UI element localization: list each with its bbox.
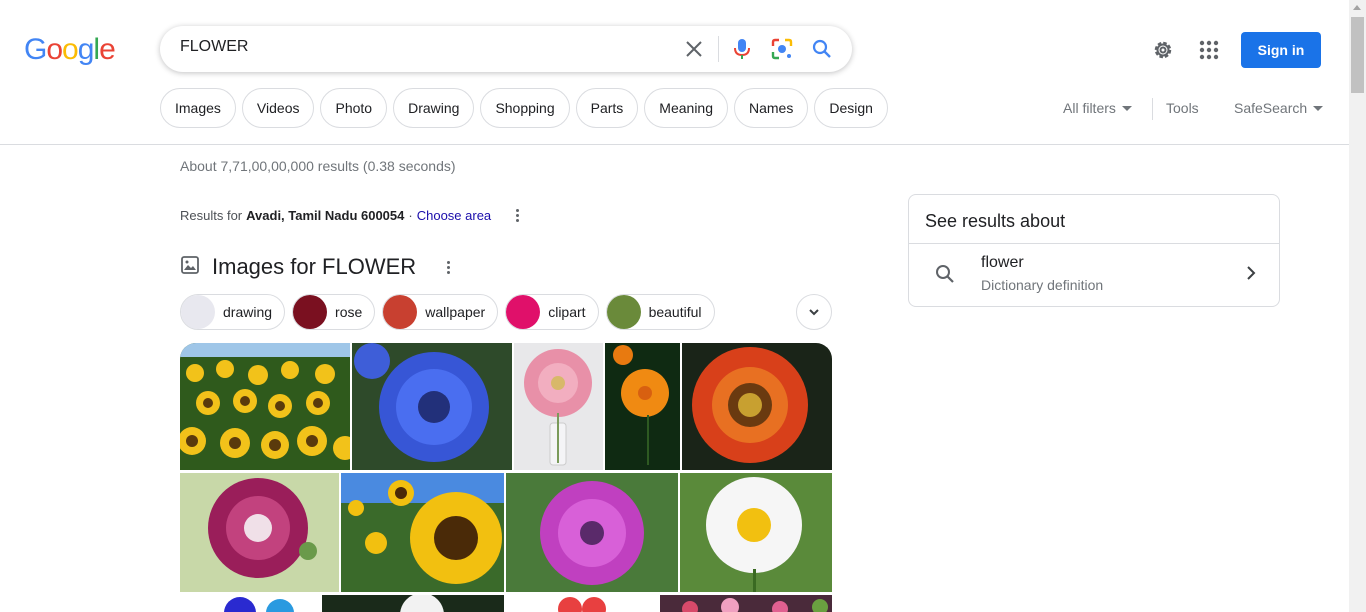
chevron-right-icon: [1245, 265, 1257, 286]
search-icon[interactable]: [810, 37, 834, 61]
tools-button[interactable]: Tools: [1166, 100, 1199, 116]
suggestion-chip-drawing[interactable]: drawing: [180, 294, 286, 330]
all-filters-button[interactable]: All filters: [1063, 100, 1132, 116]
image-sunflower-field[interactable]: [180, 343, 350, 470]
more-options-icon[interactable]: [511, 207, 523, 223]
filter-chip-meaning[interactable]: Meaning: [644, 88, 728, 128]
suggestion-thumbnail: [606, 295, 641, 329]
filter-chips: Images Videos Photo Drawing Shopping Parts Mea…: [160, 88, 888, 128]
suggestion-thumbnail: [293, 295, 328, 329]
panel-item-subtitle: Dictionary definition: [981, 277, 1104, 293]
image-blue-cornflower[interactable]: [352, 343, 512, 470]
safesearch-button[interactable]: SafeSearch: [1234, 100, 1324, 116]
panel-item-title: flower: [981, 254, 1024, 271]
image-suggestions: drawing rose wallpaper clipart beautiful: [180, 294, 715, 330]
sign-in-button[interactable]: Sign in: [1241, 32, 1321, 68]
search-icon: [935, 264, 955, 289]
filter-chip-photo[interactable]: Photo: [320, 88, 388, 128]
image-grid: [180, 343, 832, 612]
suggestion-label: rose: [335, 304, 363, 320]
location-line: Results for Avadi, Tamil Nadu 600054 · C…: [180, 207, 523, 223]
logo-letter: e: [99, 33, 116, 66]
logo-letter: G: [24, 33, 47, 66]
filter-chip-shopping[interactable]: Shopping: [480, 88, 570, 128]
filter-chip-videos[interactable]: Videos: [241, 88, 315, 128]
see-results-about-panel: See results about flower Dictionary defi…: [908, 194, 1280, 307]
logo-letter: o: [62, 33, 79, 66]
chevron-down-icon: [1313, 105, 1324, 111]
image-white-flowers[interactable]: [322, 595, 504, 612]
images-title[interactable]: Images for FLOWER: [212, 254, 416, 280]
image-icon: [180, 255, 200, 280]
choose-area-link[interactable]: Choose area: [417, 208, 491, 223]
scroll-up-arrow-icon[interactable]: [1353, 5, 1361, 10]
scroll-thumb[interactable]: [1351, 17, 1364, 93]
image-red-clipart[interactable]: [506, 595, 658, 612]
gear-icon[interactable]: [1150, 37, 1176, 63]
apps-grid-icon[interactable]: [1196, 37, 1222, 63]
logo-letter: g: [77, 33, 95, 66]
chevron-down-icon: [809, 309, 819, 316]
suggestion-label: beautiful: [648, 304, 702, 320]
filter-chip-drawing[interactable]: Drawing: [393, 88, 475, 128]
filter-chip-images[interactable]: Images: [160, 88, 236, 128]
more-options-icon[interactable]: [442, 259, 454, 275]
search-box: [160, 26, 852, 72]
suggestion-chip-clipart[interactable]: clipart: [505, 294, 599, 330]
page-scrollbar[interactable]: [1349, 0, 1366, 612]
suggestion-label: clipart: [548, 304, 586, 320]
panel-title: See results about: [925, 211, 1066, 231]
logo-letter: o: [46, 33, 63, 66]
chevron-down-icon: [1121, 105, 1132, 111]
suggestion-chip-rose[interactable]: rose: [292, 294, 376, 330]
expand-suggestions-button[interactable]: [796, 294, 832, 330]
filter-chip-parts[interactable]: Parts: [575, 88, 639, 128]
location-name: Avadi, Tamil Nadu 600054: [246, 207, 405, 223]
safesearch-label: SafeSearch: [1234, 100, 1308, 116]
suggestion-label: drawing: [223, 304, 273, 320]
suggestion-thumbnail: [506, 295, 541, 329]
filter-chip-names[interactable]: Names: [734, 88, 809, 128]
image-purple-daisy[interactable]: [506, 473, 678, 592]
location-prefix: Results for: [180, 207, 243, 223]
suggestion-label: wallpaper: [425, 304, 486, 320]
image-sunflowers[interactable]: [341, 473, 504, 592]
search-input[interactable]: [180, 38, 660, 56]
suggestion-thumbnail: [383, 295, 418, 329]
suggestion-chip-beautiful[interactable]: beautiful: [605, 294, 715, 330]
suggestion-chip-wallpaper[interactable]: wallpaper: [382, 294, 499, 330]
location-separator: ·: [408, 207, 413, 223]
tools-divider: [1152, 98, 1153, 120]
mic-icon[interactable]: [730, 37, 754, 61]
image-purple-dahlia[interactable]: [180, 473, 339, 592]
search-divider: [718, 36, 719, 62]
image-orange-flowers[interactable]: [605, 343, 680, 470]
suggestion-thumbnail: [181, 295, 215, 329]
panel-item-flower[interactable]: flower Dictionary definition: [909, 244, 1279, 307]
image-blue-flower[interactable]: [180, 595, 320, 612]
image-red-gazania[interactable]: [682, 343, 832, 470]
image-pink-gerbera[interactable]: [514, 343, 603, 470]
all-filters-label: All filters: [1063, 100, 1116, 116]
image-white-daisy[interactable]: [680, 473, 832, 592]
result-stats: About 7,71,00,00,000 results (0.38 secon…: [180, 158, 456, 174]
filter-chip-design[interactable]: Design: [814, 88, 888, 128]
image-flower-bouquet[interactable]: [660, 595, 832, 612]
header-divider: [0, 144, 1349, 145]
lens-icon[interactable]: [770, 37, 794, 61]
google-logo[interactable]: Google: [24, 33, 116, 67]
images-heading: Images for FLOWER: [180, 254, 454, 280]
close-icon[interactable]: [682, 37, 706, 61]
